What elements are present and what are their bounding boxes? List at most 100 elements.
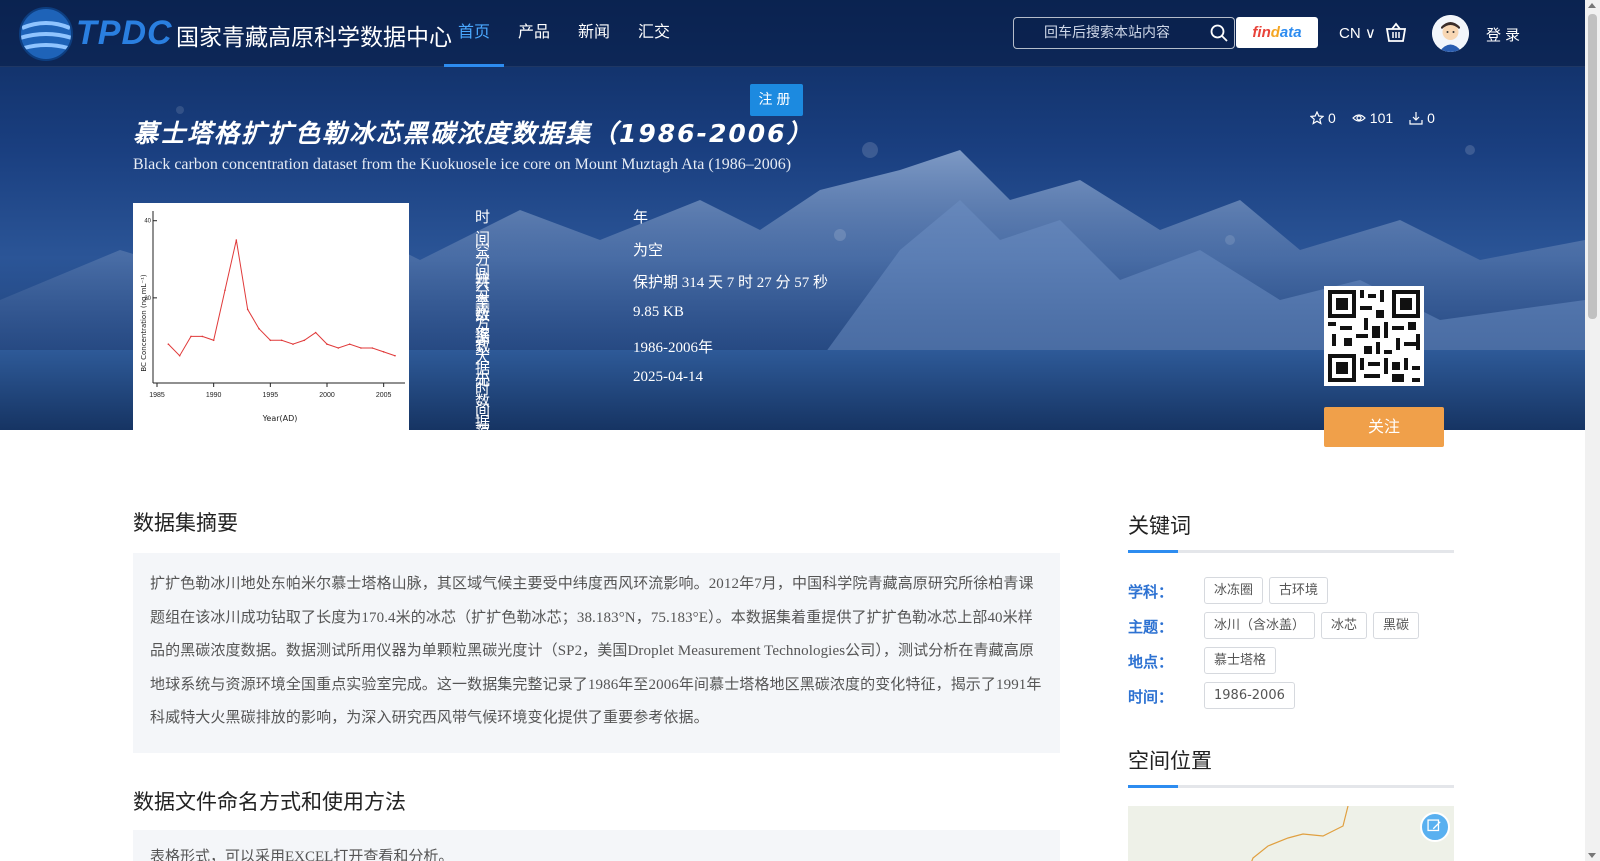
meta-value: 9.85 KB: [633, 303, 684, 320]
keyword-label: 主题：: [1128, 618, 1174, 636]
bc-data-point: [178, 354, 181, 357]
meta-value: 2025-04-14: [633, 368, 703, 385]
menu-news[interactable]: 新闻: [564, 0, 624, 67]
keyword-tag[interactable]: 慕士塔格: [1204, 647, 1277, 674]
abstract-heading: 数据集摘要: [133, 511, 238, 535]
tpdc-globe-logo[interactable]: [16, 4, 76, 64]
bc-data-point: [269, 339, 272, 342]
chart-ylabel: BC Concentration (ng mL⁻¹): [140, 274, 148, 372]
dataset-thumbnail[interactable]: BC Concentration (ng mL⁻¹) Year(AD) 40 20…: [133, 203, 409, 431]
keyword-row-theme: 主题： 冰川（含冰盖） 冰芯 黑碳: [1128, 610, 1454, 645]
keywords-divider: [1128, 550, 1454, 553]
keyword-row-time: 时间： 1986-2006: [1128, 680, 1454, 715]
view-count: 101: [1351, 110, 1393, 126]
bc-data-point: [394, 354, 396, 357]
findata-button[interactable]: findata: [1236, 17, 1318, 48]
search-icon[interactable]: [1210, 24, 1228, 42]
x-tick-label: 1985: [149, 392, 165, 399]
keyword-tag[interactable]: 黑碳: [1373, 612, 1420, 639]
bc-data-point: [326, 343, 328, 345]
bc-data-point: [337, 347, 340, 349]
bc-concentration-chart: BC Concentration (ng mL⁻¹) Year(AD) 40 20…: [140, 211, 405, 423]
bc-data-point: [292, 343, 294, 345]
y-tick-label: 40: [144, 219, 151, 225]
language-switcher[interactable]: CN ∨: [1339, 24, 1376, 42]
meta-value: 年: [633, 210, 649, 226]
menu-products[interactable]: 产品: [504, 0, 564, 67]
search-box: [1013, 17, 1235, 49]
keyword-row-place: 地点： 慕士塔格: [1128, 645, 1454, 680]
x-tick-label: 2005: [376, 392, 392, 399]
register-button[interactable]: 注册: [750, 84, 803, 116]
login-link[interactable]: 登录: [1486, 24, 1524, 45]
location-map[interactable]: [1128, 806, 1454, 861]
download-icon: [1409, 112, 1423, 125]
menu-home[interactable]: 首页: [444, 0, 505, 67]
language-label: CN: [1339, 25, 1361, 42]
bc-data-point: [303, 339, 306, 342]
main-menu: 首页 产品 新闻 汇交: [444, 0, 684, 67]
map-canvas: [1251, 806, 1349, 861]
bc-data-point: [371, 347, 374, 349]
chevron-down-icon: ∨: [1360, 25, 1376, 42]
cart-icon[interactable]: [1385, 22, 1407, 44]
favorite-count[interactable]: 0: [1310, 110, 1336, 126]
bc-data-point: [167, 343, 170, 345]
location-divider: [1128, 785, 1454, 788]
meta-label: 元数据更新时间: [475, 370, 491, 515]
page: TPDC 国家青藏高原科学数据中心 首页 产品 新闻 汇交 findata CN…: [0, 0, 1600, 861]
findata-text-3: ata: [1279, 24, 1302, 41]
abstract-box: 扩扩色勒冰川地处东帕米尔慕士塔格山脉，其区域气候主要受中纬度西风环流影响。201…: [133, 553, 1060, 753]
chart-xlabel: Year(AD): [262, 414, 298, 423]
y-tick-label: 20: [144, 296, 151, 302]
dataset-subtitle: Black carbon concentration dataset from …: [133, 156, 792, 173]
search-input[interactable]: [1014, 18, 1204, 48]
usage-text: 表格形式，可以采用EXCEL打开查看和分析。: [150, 849, 454, 861]
bc-data-point: [258, 327, 260, 330]
bc-data-point: [246, 308, 249, 311]
keyword-tag[interactable]: 冰芯: [1321, 612, 1368, 639]
user-avatar-icon: [1432, 15, 1469, 52]
location-heading: 空间位置: [1128, 749, 1212, 773]
follow-button[interactable]: 关注: [1324, 407, 1444, 447]
bc-data-point: [212, 339, 215, 342]
qr-code: [1324, 286, 1424, 386]
usage-box: 表格形式，可以采用EXCEL打开查看和分析。: [133, 830, 1060, 861]
keyword-tag[interactable]: 冰冻圈: [1204, 577, 1264, 604]
keyword-tag[interactable]: 古环境: [1269, 577, 1329, 604]
menu-submit[interactable]: 汇交: [624, 0, 684, 67]
favorite-count-value: 0: [1328, 110, 1336, 126]
scroll-up-arrow[interactable]: [1588, 3, 1596, 8]
keywords-panel: 关键词 学科： 冰冻圈 古环境 主题： 冰川（含冰盖） 冰芯 黑碳 地点： 慕士…: [1128, 510, 1454, 788]
bc-data-point: [280, 339, 283, 342]
download-count: 0: [1409, 110, 1435, 126]
bc-data-point: [201, 335, 204, 338]
keyword-tag[interactable]: 冰川（含冰盖）: [1204, 612, 1316, 639]
meta-value: 为空: [633, 242, 664, 259]
logo-text[interactable]: TPDC: [76, 14, 173, 53]
avatar[interactable]: [1432, 15, 1469, 52]
keyword-label: 地点：: [1128, 653, 1174, 671]
scroll-down-arrow[interactable]: [1588, 853, 1596, 858]
map-expand-button[interactable]: [1420, 812, 1450, 842]
dataset-title: 慕士塔格扩扩色勒冰芯黑碳浓度数据集（1986-2006）: [133, 119, 814, 148]
keyword-tag[interactable]: 1986-2006: [1204, 682, 1295, 709]
keywords-heading: 关键词: [1128, 514, 1191, 538]
scroll-thumb[interactable]: [1588, 14, 1597, 319]
expand-icon: [1427, 819, 1441, 832]
bc-data-point: [360, 347, 362, 349]
star-icon: [1310, 111, 1324, 125]
site-name[interactable]: 国家青藏高原科学数据中心: [176, 18, 452, 52]
bc-data-point: [348, 343, 351, 345]
usage-heading: 数据文件命名方式和使用方法: [133, 790, 406, 814]
download-count-value: 0: [1427, 110, 1435, 126]
page-scrollbar[interactable]: [1585, 0, 1600, 861]
bc-data-point: [314, 331, 317, 334]
findata-text-2: d: [1270, 24, 1280, 41]
bc-data-point: [224, 289, 226, 291]
x-tick-label: 1995: [263, 392, 279, 399]
bc-data-point: [382, 351, 385, 353]
bc-data-point: [235, 239, 238, 241]
x-tick-label: 1990: [206, 392, 222, 399]
abstract-text: 扩扩色勒冰川地处东帕米尔慕士塔格山脉，其区域气候主要受中纬度西风环流影响。201…: [150, 576, 1042, 726]
